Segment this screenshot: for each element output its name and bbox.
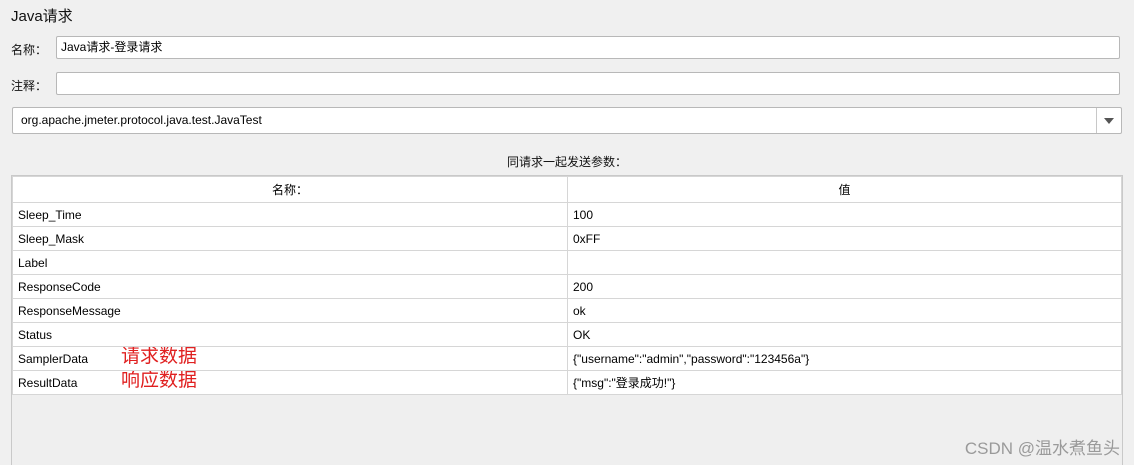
- param-value-cell[interactable]: [567, 250, 1122, 275]
- param-name-cell[interactable]: Status: [12, 322, 568, 347]
- table-row[interactable]: Sleep_Time 100: [12, 202, 1122, 227]
- column-header-name[interactable]: 名称：: [12, 176, 568, 203]
- param-value-cell[interactable]: 100: [567, 202, 1122, 227]
- column-header-value[interactable]: 值: [567, 176, 1122, 203]
- param-name: SamplerData: [18, 351, 89, 366]
- comment-label: 注释：: [11, 79, 48, 93]
- param-name: ResponseMessage: [18, 303, 121, 318]
- param-name: Status: [18, 327, 53, 342]
- table-row[interactable]: ResponseCode 200: [12, 274, 1122, 299]
- param-name: Sleep_Time: [18, 207, 82, 222]
- name-label: 名称：: [11, 43, 48, 57]
- comment-input[interactable]: [56, 72, 1120, 95]
- annotation-text: 响应数据: [121, 370, 198, 392]
- param-value-cell[interactable]: {"username":"admin","password":"123456a"…: [567, 346, 1122, 371]
- param-value-cell[interactable]: OK: [567, 322, 1122, 347]
- param-value-cell[interactable]: {"msg":"登录成功!"}: [567, 370, 1122, 395]
- param-name-cell[interactable]: ResponseCode: [12, 274, 568, 299]
- params-caption: 同请求一起发送参数：: [506, 155, 627, 169]
- param-value-cell[interactable]: 200: [567, 274, 1122, 299]
- table-row[interactable]: Label: [12, 250, 1122, 275]
- param-name-cell[interactable]: ResponseMessage: [12, 298, 568, 323]
- param-name-cell[interactable]: Sleep_Mask: [12, 226, 568, 251]
- table-row[interactable]: ResultData 响应数据 {"msg":"登录成功!"}: [12, 370, 1122, 395]
- param-name: Sleep_Mask: [18, 231, 85, 246]
- table-row[interactable]: Sleep_Mask 0xFF: [12, 226, 1122, 251]
- annotation-text: 请求数据: [121, 346, 198, 368]
- watermark: CSDN @温水煮鱼头: [964, 439, 1120, 458]
- param-name-cell[interactable]: SamplerData 请求数据: [12, 346, 568, 371]
- param-name: ResponseCode: [18, 279, 101, 294]
- param-name-cell[interactable]: Sleep_Time: [12, 202, 568, 227]
- classname-selected-value: org.apache.jmeter.protocol.java.test.Jav…: [21, 113, 262, 127]
- table-row[interactable]: ResponseMessage ok: [12, 298, 1122, 323]
- params-table: 名称： 值 Sleep_Time 100 Sleep_Mask 0xFF Label Re…: [11, 175, 1123, 465]
- param-name-cell[interactable]: ResultData 响应数据: [12, 370, 568, 395]
- params-header-row: 名称： 值: [12, 176, 1122, 203]
- param-name-cell[interactable]: Label: [12, 250, 568, 275]
- param-name: ResultData: [18, 375, 78, 390]
- table-row[interactable]: SamplerData 请求数据 {"username":"admin","pass…: [12, 346, 1122, 371]
- param-value-cell[interactable]: ok: [567, 298, 1122, 323]
- param-name: Label: [18, 255, 48, 270]
- name-input[interactable]: Java请求-登录请求: [56, 36, 1120, 59]
- classname-select[interactable]: org.apache.jmeter.protocol.java.test.Jav…: [12, 107, 1122, 134]
- table-row[interactable]: Status OK: [12, 322, 1122, 347]
- chevron-down-icon[interactable]: [1096, 108, 1121, 133]
- panel-title: Java请求: [11, 8, 73, 25]
- param-value-cell[interactable]: 0xFF: [567, 226, 1122, 251]
